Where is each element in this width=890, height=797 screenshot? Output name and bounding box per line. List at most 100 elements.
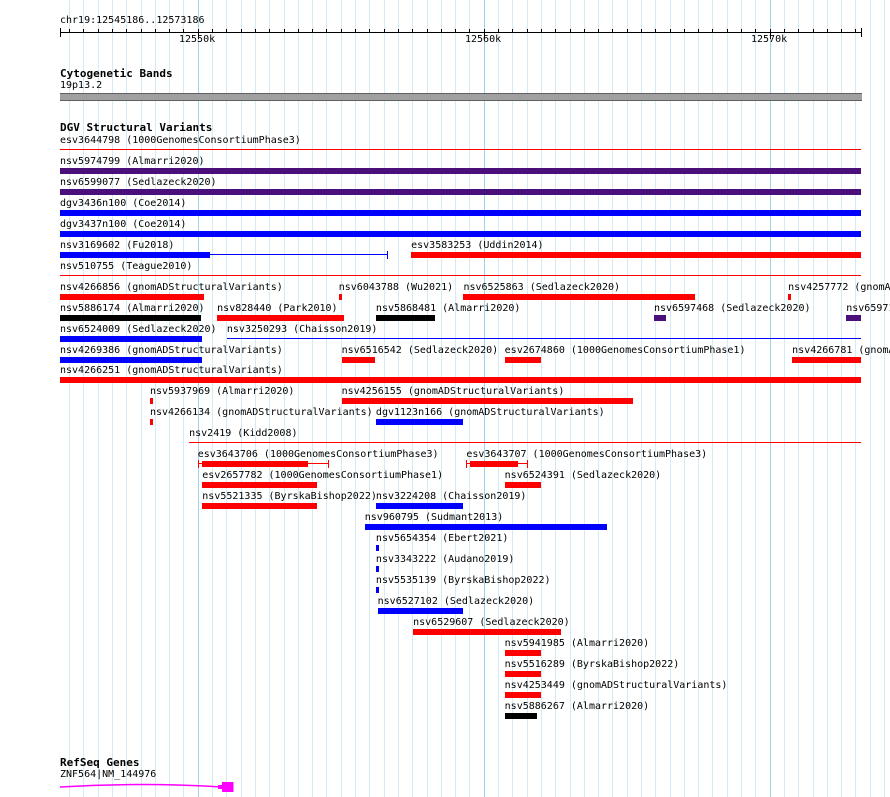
variant-label: nsv5521335 (ByrskaBishop2022) [202, 491, 377, 502]
grid-line [269, 0, 270, 797]
variant-bar[interactable] [149, 419, 153, 425]
variant-label: nsv5535139 (ByrskaBishop2022) [375, 575, 551, 586]
variant-bar[interactable] [504, 692, 541, 698]
variant-bar[interactable] [411, 252, 861, 258]
grid-line [641, 0, 642, 797]
cytoband-bar[interactable] [60, 93, 862, 101]
variant-bar[interactable] [217, 315, 344, 321]
variant-label: nsv5868481 (Almarri2020) [375, 303, 521, 314]
ruler-minor-tick [369, 29, 370, 33]
ruler-tick-label: 12560k [465, 34, 502, 45]
variant-bar[interactable] [201, 461, 308, 467]
ruler-minor-tick [527, 29, 528, 33]
ruler-minor-tick [412, 29, 413, 33]
variant-bar[interactable] [60, 210, 861, 216]
variant-label: esv2674860 (1000GenomesConsortiumPhase1) [504, 345, 746, 356]
variant-bar[interactable] [504, 671, 541, 677]
variant-label: nsv828440 (Park2010) [217, 303, 338, 314]
grid-line [870, 0, 871, 797]
variant-bar[interactable] [375, 566, 379, 572]
variant-label: nsv6529607 (Sedlazeck2020) [413, 617, 570, 628]
variant-bar[interactable] [375, 587, 379, 593]
variant-bar[interactable] [60, 377, 861, 383]
variant-bar[interactable] [375, 503, 464, 509]
variant-bar[interactable] [504, 482, 541, 488]
variant-end-cap [466, 460, 468, 468]
variant-label: nsv3224208 (Chaisson2019) [375, 491, 527, 502]
grid-line [141, 0, 142, 797]
variant-label: dgv3437n100 (Coe2014) [60, 219, 187, 230]
ruler-minor-tick [712, 29, 713, 33]
variant-bar[interactable] [377, 608, 464, 614]
ruler-minor-tick [755, 29, 756, 33]
variant-label: nsv5937969 (Almarri2020) [149, 386, 295, 397]
variant-bar[interactable] [202, 482, 318, 488]
ruler-minor-tick [141, 29, 142, 33]
variant-bar[interactable] [202, 503, 318, 509]
grid-line [112, 0, 113, 797]
ruler-minor-tick [855, 29, 856, 33]
variant-bar[interactable] [60, 231, 861, 237]
ruler-minor-tick [641, 29, 642, 33]
variant-label: nsv4269386 (gnomADStructuralVariants) [60, 345, 283, 356]
variant-bar[interactable] [364, 524, 608, 530]
variant-bar[interactable] [463, 294, 695, 300]
variant-bar[interactable] [413, 629, 561, 635]
gene-model[interactable] [0, 778, 890, 797]
variant-line[interactable] [189, 442, 861, 443]
variant-bar[interactable] [653, 315, 666, 321]
variant-bar[interactable] [341, 357, 376, 363]
track-title: DGV Structural Variants [60, 121, 213, 134]
variant-bar[interactable] [792, 357, 861, 363]
variant-end-cap [328, 460, 330, 468]
variant-bar[interactable] [504, 650, 541, 656]
variant-bar[interactable] [788, 294, 792, 300]
variant-bar[interactable] [504, 713, 537, 719]
variant-bar[interactable] [60, 315, 202, 321]
ruler-minor-tick [98, 29, 99, 33]
ruler-right-end-tick [861, 28, 862, 37]
variant-line[interactable] [60, 275, 861, 276]
variant-line[interactable] [60, 149, 861, 150]
variant-bar[interactable] [338, 294, 342, 300]
ruler-minor-tick [612, 29, 613, 33]
grid-line [855, 0, 856, 797]
variant-bar[interactable] [375, 545, 379, 551]
variant-label: nsv6597110 (Sedlazeck2020) [846, 303, 890, 314]
variant-bar[interactable] [375, 419, 464, 425]
variant-bar[interactable] [470, 461, 518, 467]
variant-bar[interactable] [375, 315, 436, 321]
variant-bar[interactable] [846, 315, 861, 321]
variant-label: nsv5886174 (Almarri2020) [60, 303, 205, 314]
variant-bar[interactable] [60, 252, 210, 258]
variant-label: nsv3169602 (Fu2018) [60, 240, 175, 251]
variant-bar[interactable] [60, 168, 861, 174]
variant-bar[interactable] [60, 294, 205, 300]
variant-bar[interactable] [60, 357, 203, 363]
variant-bar[interactable] [504, 357, 541, 363]
variant-line[interactable] [226, 338, 861, 339]
variant-line[interactable] [209, 254, 388, 255]
ruler-minor-tick [698, 29, 699, 33]
grid-line [226, 0, 227, 797]
variant-bar[interactable] [60, 189, 861, 195]
gene-exon [222, 782, 234, 792]
variant-label: nsv6043788 (Wu2021) [338, 282, 454, 293]
ruler-minor-tick [627, 29, 628, 33]
grid-line [670, 0, 671, 797]
variant-label: nsv6516542 (Sedlazeck2020) [341, 345, 499, 356]
ruler-minor-tick [384, 29, 385, 33]
genome-browser-view[interactable]: chr19:12545186..12573186 12550k 12560k 1… [0, 0, 890, 797]
variant-label: nsv6525863 (Sedlazeck2020) [463, 282, 621, 293]
grid-line [827, 0, 828, 797]
ruler-minor-tick [169, 29, 170, 33]
variant-bar[interactable] [60, 336, 203, 342]
grid-line [284, 0, 285, 797]
ruler-minor-tick [69, 29, 70, 33]
variant-label: nsv6597468 (Sedlazeck2020) [653, 303, 811, 314]
variant-label: nsv4257772 (gnomADStructuralVariants) [788, 282, 890, 293]
variant-bar[interactable] [149, 398, 153, 404]
variant-bar[interactable] [341, 398, 634, 404]
track-title: Cytogenetic Bands [60, 67, 173, 80]
ruler-minor-tick [441, 29, 442, 33]
